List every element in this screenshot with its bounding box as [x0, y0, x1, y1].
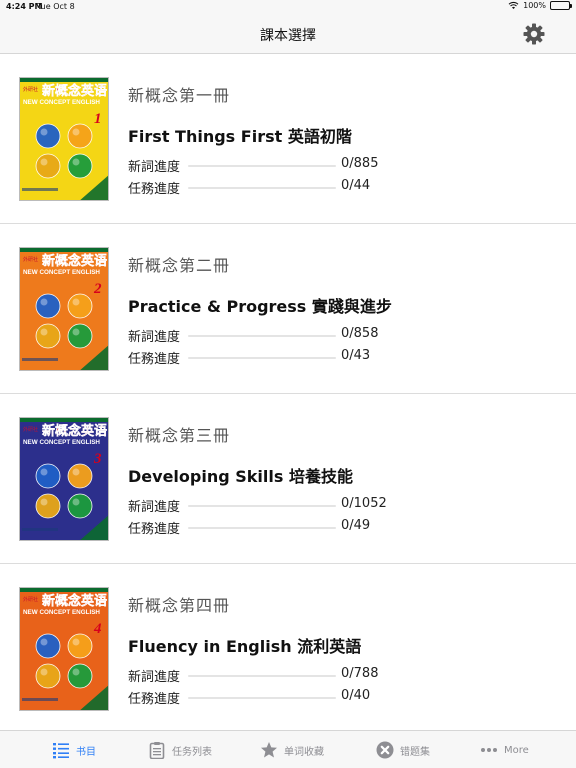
- svg-text:NEW CONCEPT ENGLISH: NEW CONCEPT ENGLISH: [23, 609, 100, 616]
- tab-bar: 书目 任务列表 单词收藏 错题集 More: [0, 730, 576, 768]
- book-row-1[interactable]: 外研社 新概念英语 NEW CONCEPT ENGLISH 1 新概念第一冊 Firs…: [0, 54, 576, 224]
- settings-button[interactable]: [522, 22, 546, 46]
- tasks-progress-bar: [188, 527, 336, 529]
- tab-more[interactable]: More: [480, 739, 529, 761]
- tab-word-favorites[interactable]: 单词收藏: [260, 739, 324, 761]
- list-icon: [53, 743, 69, 759]
- svg-text:新概念英语: 新概念英语: [42, 253, 107, 269]
- tab-label: 错题集: [400, 746, 430, 758]
- new-words-progress-bar: [188, 505, 336, 507]
- navigation-bar: 課本選擇: [0, 14, 576, 54]
- new-words-value: 0/885: [341, 156, 379, 171]
- book-title: Practice & Progress 實踐與進步: [128, 297, 392, 316]
- new-words-label: 新詞進度: [128, 670, 181, 685]
- tasks-value: 0/40: [341, 688, 371, 703]
- tasks-progress: 任務進度 0/43: [128, 348, 398, 367]
- tab-label: 单词收藏: [284, 746, 324, 758]
- book-series: 新概念第四冊: [128, 596, 231, 615]
- book-list: 外研社 新概念英语 NEW CONCEPT ENGLISH 1 新概念第一冊 Firs…: [0, 54, 576, 730]
- tasks-label: 任務進度: [128, 522, 181, 537]
- tab-label: 书目: [76, 746, 96, 758]
- svg-text:2: 2: [93, 281, 102, 297]
- book-series: 新概念第三冊: [128, 426, 231, 445]
- book-title: Fluency in English 流利英語: [128, 637, 362, 656]
- tasks-progress: 任務進度 0/44: [128, 178, 398, 197]
- tasks-label: 任務進度: [128, 352, 181, 367]
- tasks-value: 0/49: [341, 518, 371, 533]
- book-cover-art-2: 外研社 新概念英语NEW CONCEPT ENGLISH 2: [20, 248, 108, 370]
- svg-text:外研社: 外研社: [23, 426, 38, 433]
- new-words-progress: 新詞進度 0/885: [128, 156, 398, 175]
- svg-text:新概念英语: 新概念英语: [42, 593, 107, 609]
- svg-text:3: 3: [93, 451, 102, 467]
- svg-text:外研社: 外研社: [23, 86, 38, 93]
- gear-icon: [523, 23, 545, 45]
- tab-label: 任务列表: [172, 746, 212, 758]
- status-bar: 4:24 PM Tue Oct 8 100%: [0, 0, 576, 14]
- new-words-label: 新詞進度: [128, 160, 181, 175]
- tasks-label: 任務進度: [128, 182, 181, 197]
- new-words-progress: 新詞進度 0/858: [128, 326, 398, 345]
- new-words-label: 新詞進度: [128, 500, 181, 515]
- svg-text:NEW CONCEPT ENGLISH: NEW CONCEPT ENGLISH: [23, 439, 100, 446]
- tasks-value: 0/44: [341, 178, 371, 193]
- tasks-progress-bar: [188, 187, 336, 189]
- new-words-value: 0/788: [341, 666, 379, 681]
- book-title: First Things First 英語初階: [128, 127, 352, 146]
- book-row-2[interactable]: 外研社 新概念英语 NEW CONCEPT ENGLISH 2 新概念第二冊 Prac…: [0, 224, 576, 394]
- tasks-label: 任務進度: [128, 692, 181, 707]
- tasks-value: 0/43: [341, 348, 371, 363]
- svg-text:4: 4: [93, 621, 102, 637]
- svg-text:新概念英语: 新概念英语: [42, 83, 107, 99]
- book-cover-4: 外研社 新概念英语 NEW CONCEPT ENGLISH 4: [19, 587, 109, 711]
- svg-text:新概念英语: 新概念英语: [42, 423, 107, 439]
- book-series: 新概念第一冊: [128, 86, 231, 105]
- book-cover-1: 外研社 新概念英语 NEW CONCEPT ENGLISH 1: [19, 77, 109, 201]
- new-words-progress: 新詞進度 0/1052: [128, 496, 398, 515]
- svg-text:外研社: 外研社: [23, 256, 38, 263]
- tab-book-list[interactable]: 书目: [52, 739, 96, 761]
- page-title: 課本選擇: [260, 28, 316, 44]
- new-words-value: 0/1052: [341, 496, 387, 511]
- battery-icon: [550, 1, 572, 10]
- svg-text:NEW CONCEPT ENGLISH: NEW CONCEPT ENGLISH: [23, 269, 100, 276]
- new-words-progress-bar: [188, 675, 336, 677]
- wifi-icon: [508, 1, 519, 9]
- book-title: Developing Skills 培養技能: [128, 467, 353, 486]
- tasks-progress: 任務進度 0/40: [128, 688, 398, 707]
- battery-percent: 100%: [523, 1, 546, 10]
- book-cover-3: 外研社 新概念英语 NEW CONCEPT ENGLISH 3: [19, 417, 109, 541]
- book-row-3[interactable]: 外研社 新概念英语 NEW CONCEPT ENGLISH 3 新概念第三冊 Deve…: [0, 394, 576, 564]
- book-cover-art-4: 外研社 新概念英语NEW CONCEPT ENGLISH 4: [20, 588, 108, 710]
- clipboard-icon: [149, 742, 165, 759]
- tasks-progress: 任務進度 0/49: [128, 518, 398, 537]
- new-words-label: 新詞進度: [128, 330, 181, 345]
- svg-text:1: 1: [94, 111, 102, 127]
- tab-wrong-answers[interactable]: 错题集: [376, 739, 430, 761]
- new-words-progress-bar: [188, 335, 336, 337]
- x-circle-icon: [376, 741, 394, 759]
- new-words-progress-bar: [188, 165, 336, 167]
- book-cover-art-1: 外研社 新概念英语NEW CONCEPT ENGLISH 1: [20, 78, 108, 200]
- status-date: Tue Oct 8: [37, 2, 75, 11]
- tab-label: More: [504, 744, 529, 756]
- tasks-progress-bar: [188, 697, 336, 699]
- svg-text:外研社: 外研社: [23, 596, 38, 603]
- tasks-progress-bar: [188, 357, 336, 359]
- tab-task-list[interactable]: 任务列表: [148, 739, 212, 761]
- new-words-progress: 新詞進度 0/788: [128, 666, 398, 685]
- more-icon: [481, 748, 497, 752]
- book-cover-art-3: 外研社 新概念英语NEW CONCEPT ENGLISH 3: [20, 418, 108, 540]
- book-series: 新概念第二冊: [128, 256, 231, 275]
- book-cover-2: 外研社 新概念英语 NEW CONCEPT ENGLISH 2: [19, 247, 109, 371]
- svg-text:NEW CONCEPT ENGLISH: NEW CONCEPT ENGLISH: [23, 99, 100, 106]
- status-right: 100%: [508, 1, 572, 10]
- new-words-value: 0/858: [341, 326, 379, 341]
- book-row-4[interactable]: 外研社 新概念英语 NEW CONCEPT ENGLISH 4 新概念第四冊 Flue…: [0, 564, 576, 730]
- star-icon: [261, 742, 277, 758]
